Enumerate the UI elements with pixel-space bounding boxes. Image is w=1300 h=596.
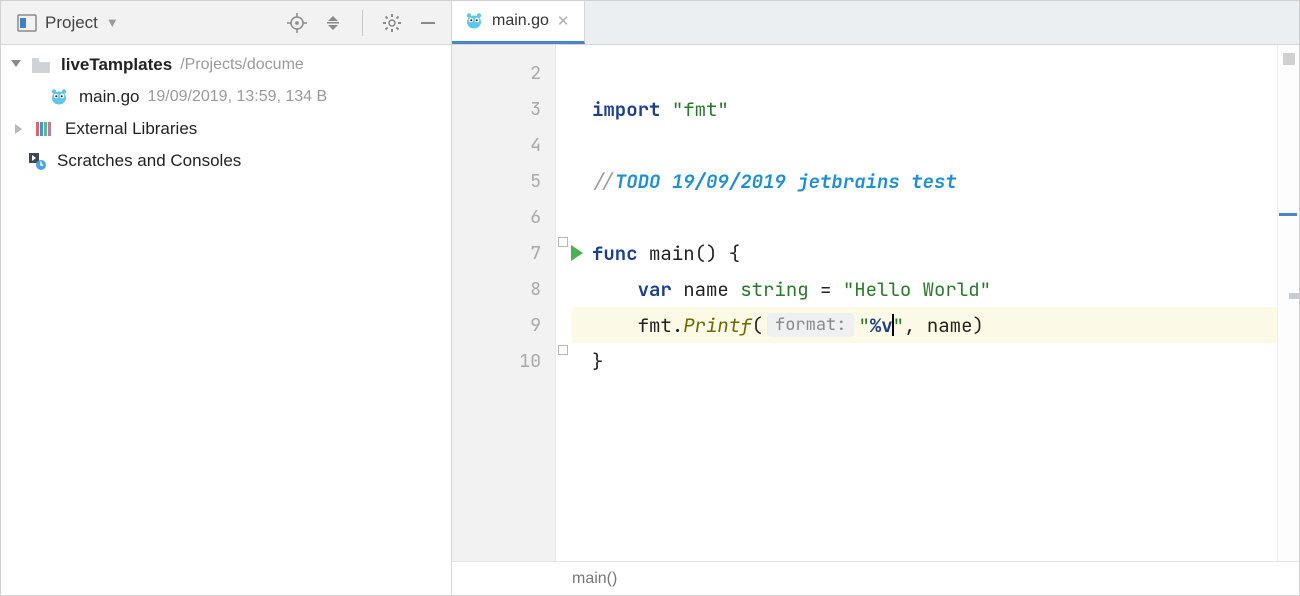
- minimize-icon[interactable]: [415, 10, 441, 36]
- chevron-right-icon: [15, 124, 27, 134]
- tree-file-meta: 19/09/2019, 13:59, 134 B: [147, 85, 327, 109]
- fold-column: [556, 45, 572, 561]
- tab-main-go[interactable]: main.go ✕: [452, 1, 585, 44]
- analysis-status-icon: [1283, 53, 1295, 65]
- code-editor[interactable]: 2 3 4 5 6 7 8 9 10 import "fmt" //TODO 1…: [452, 45, 1299, 561]
- toolbar-separator: [362, 10, 363, 36]
- top-row: Project ▼ main.go ✕: [1, 1, 1299, 45]
- tree-file-name: main.go: [79, 85, 139, 109]
- param-hint: format:: [767, 313, 854, 337]
- active-line: fmt.Printf(format:"%v", name): [572, 307, 1297, 343]
- close-brace: }: [592, 349, 603, 374]
- todo-text: TODO 19/09/2019 jetbrains test: [615, 169, 957, 194]
- fmt-verb: %v: [870, 313, 893, 338]
- go-file-icon: [464, 11, 484, 31]
- tree-extlib-label: External Libraries: [65, 117, 197, 141]
- code-area[interactable]: import "fmt" //TODO 19/09/2019 jetbrains…: [572, 45, 1277, 561]
- stripe-marker[interactable]: [1279, 213, 1297, 216]
- kw-var: var: [638, 277, 672, 302]
- tree-root[interactable]: liveTamplates /Projects/docume: [1, 49, 451, 81]
- tree-external-libraries[interactable]: External Libraries: [1, 113, 451, 145]
- gear-icon[interactable]: [379, 10, 405, 36]
- fold-end-icon[interactable]: [558, 345, 568, 355]
- line-number: 10: [519, 350, 541, 373]
- breadcrumb[interactable]: main(): [572, 570, 617, 588]
- main-area: liveTamplates /Projects/docume main.go 1…: [1, 45, 1299, 595]
- chevron-down-icon: [11, 60, 23, 70]
- line-number: 8: [530, 278, 541, 301]
- project-tree: liveTamplates /Projects/docume main.go 1…: [1, 45, 452, 595]
- line-number: 5: [530, 170, 541, 193]
- project-window-icon: [17, 13, 37, 33]
- locate-icon[interactable]: [284, 10, 310, 36]
- tab-label: main.go: [492, 12, 549, 30]
- tree-root-path: /Projects/docume: [180, 53, 304, 77]
- tree-file-main-go[interactable]: main.go 19/09/2019, 13:59, 134 B: [1, 81, 451, 113]
- error-stripe[interactable]: [1277, 45, 1299, 561]
- project-toolbar: Project ▼: [1, 1, 452, 44]
- func-sig: main() {: [638, 241, 741, 266]
- editor-wrap: 2 3 4 5 6 7 8 9 10 import "fmt" //TODO 1…: [452, 45, 1299, 595]
- folder-icon: [31, 56, 53, 74]
- chevron-down-icon: ▼: [106, 15, 119, 30]
- project-tool-window-button[interactable]: Project ▼: [11, 11, 125, 35]
- line-number: 9: [530, 314, 541, 337]
- tree-root-name: liveTamplates: [61, 53, 172, 77]
- line-number: 2: [530, 62, 541, 85]
- go-file-icon: [49, 87, 71, 107]
- stripe-marker[interactable]: [1289, 293, 1299, 299]
- expand-all-icon[interactable]: [320, 10, 346, 36]
- kw-func: func: [592, 241, 638, 266]
- line-number: 3: [530, 98, 541, 121]
- tree-scratches-label: Scratches and Consoles: [57, 149, 241, 173]
- editor-tab-bar: main.go ✕: [452, 1, 1299, 44]
- line-gutter: 2 3 4 5 6 7 8 9 10: [452, 45, 556, 561]
- comment-slashes: //: [592, 169, 615, 194]
- type-string: string: [740, 277, 808, 302]
- kw-import: import: [592, 97, 660, 122]
- libraries-icon: [35, 120, 57, 138]
- call-printf: Printf: [683, 313, 751, 338]
- str-hello: "Hello World": [843, 277, 991, 302]
- fold-start-icon[interactable]: [558, 237, 568, 247]
- line-number: 6: [530, 206, 541, 229]
- scratches-icon: [27, 151, 49, 171]
- line-number: 4: [530, 134, 541, 157]
- close-icon[interactable]: ✕: [557, 12, 570, 30]
- breadcrumbs-bar[interactable]: main(): [452, 561, 1299, 595]
- line-number: 7: [530, 242, 541, 265]
- tree-scratches[interactable]: Scratches and Consoles: [1, 145, 451, 177]
- str-fmt: "fmt": [672, 97, 729, 122]
- project-label: Project: [45, 13, 98, 33]
